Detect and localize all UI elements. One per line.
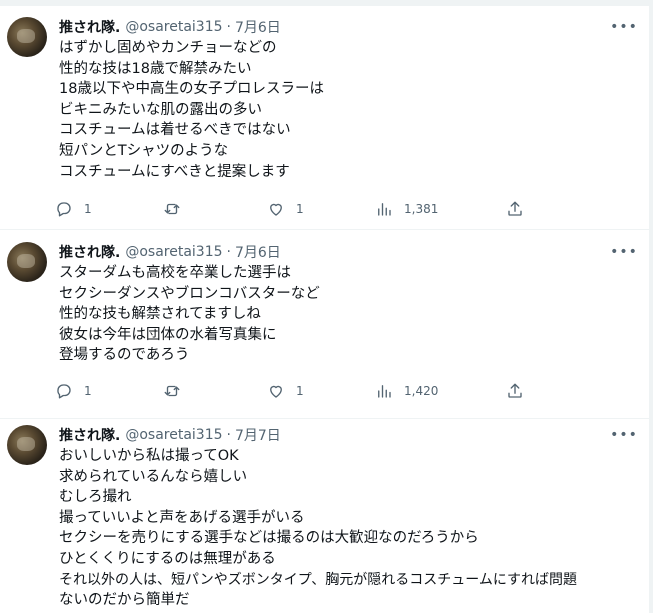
share-button[interactable] [506,379,524,403]
tweet-line: はずかし固めやカンチョーなどの [59,40,277,56]
retweet-button[interactable] [163,197,181,221]
avatar[interactable] [7,17,47,57]
tweet-line: それ以外の人は、短パンやズボンタイプ、胸元が隠れるコスチュームにすれば問題 [59,571,577,588]
tweet-line: 性的な技も解禁されてますしね [59,306,261,323]
tweet-header: 推され隊. @osaretai315 · 7月7日 [59,425,281,445]
tweet-line: セクシーダンスやブロンコバスターなど [59,285,320,302]
tweet-actions: 1 1 1,420 [55,379,535,403]
user-handle[interactable]: @osaretai315 [125,244,222,260]
tweet-3[interactable]: 推され隊. @osaretai315 · 7月7日 ••• おいしいから私は撮っ… [0,425,649,613]
views-button[interactable]: 1,381 [375,197,438,221]
scrollbar-track[interactable] [649,0,653,613]
more-horizontal-icon[interactable]: ••• [610,427,637,443]
reply-icon [57,384,71,399]
tweet-line: 登場するのであろう [59,347,190,364]
reply-button[interactable]: 1 [55,197,92,221]
retweet-icon [164,203,180,215]
tweet-line: コスチュームは着せるべきではない [59,122,291,139]
share-icon [508,201,522,216]
avatar[interactable] [7,425,47,465]
retweet-button[interactable] [163,379,181,403]
tweet-line: 性的な技は18歳で解禁みたい [59,60,252,77]
tweet-text: スターダムも高校を卒業した選手は セクシーダンスやブロンコバスターなど 性的な技… [59,263,644,366]
tweet-date[interactable]: 7月7日 [235,425,281,445]
tweet-actions: 1 1 1,381 [55,197,535,221]
separator-dot: · [226,427,231,443]
tweet-line: 撮っていいよと声をあげる選手がいる [59,509,305,526]
views-count: 1,420 [404,384,439,398]
tweet-line: 短パンとTシャツのような [59,142,229,159]
tweet-header: 推され隊. @osaretai315 · 7月6日 [59,242,281,262]
like-count: 1 [296,202,304,216]
retweet-icon [164,385,180,397]
avatar[interactable] [7,242,47,282]
separator-dot: · [226,19,231,35]
tweet-line: ビキニみたいな肌の露出の多い [59,101,262,118]
tweet-text: はずかし固めやカンチョーなどの 性的な技は18歳で解禁みたい 18歳以下や中高生… [59,38,644,182]
display-name[interactable]: 推され隊. [59,425,120,445]
views-icon [378,203,391,216]
top-divider [0,0,649,6]
reply-button[interactable]: 1 [55,379,92,403]
like-button[interactable]: 1 [267,379,304,403]
tweet-date[interactable]: 7月6日 [235,242,281,262]
heart-icon [270,385,282,398]
like-count: 1 [296,384,304,398]
reply-count: 1 [84,384,92,398]
tweet-line: セクシーを売りにする選手などは撮るのは大歓迎なのだろうから [59,530,479,547]
views-button[interactable]: 1,420 [375,379,438,403]
user-handle[interactable]: @osaretai315 [125,427,222,443]
reply-count: 1 [84,202,92,216]
tweet-line: 求められているんなら嬉しい [59,468,248,485]
tweet-line: コスチュームにすべきと提案します [59,163,290,180]
views-count: 1,381 [404,202,439,216]
views-icon [378,385,391,398]
display-name[interactable]: 推され隊. [59,17,120,37]
tweet-line: 彼女は今年は団体の水着写真集に [59,326,277,343]
tweet-line: ないのだから簡単だ [59,592,190,609]
tweet-line: おいしいから私は撮ってOK [59,448,239,464]
tweet-2[interactable]: 推され隊. @osaretai315 · 7月6日 ••• スターダムも高校を卒… [0,242,649,419]
more-horizontal-icon[interactable]: ••• [610,19,637,35]
tweet-text: おいしいから私は撮ってOK 求められているんなら嬉しい むしろ撮れ 撮っていいよ… [59,446,644,611]
tweet-line: むしろ撮れ [59,489,132,506]
reply-icon [57,202,71,217]
separator-dot: · [226,244,231,260]
display-name[interactable]: 推され隊. [59,242,120,262]
more-horizontal-icon[interactable]: ••• [610,244,637,260]
tweet-1[interactable]: 推され隊. @osaretai315 · 7月6日 ••• はずかし固めやカンチ… [0,17,649,230]
tweet-header: 推され隊. @osaretai315 · 7月6日 [59,17,281,37]
tweet-line: ひとくくりにするのは無理がある [59,550,276,567]
user-handle[interactable]: @osaretai315 [125,19,222,35]
heart-icon [270,203,282,216]
tweet-line: 18歳以下や中高生の女子プロレスラーは [59,81,324,98]
share-button[interactable] [506,197,524,221]
share-icon [508,383,522,398]
tweet-line: スターダムも高校を卒業した選手は [59,265,291,281]
like-button[interactable]: 1 [267,197,304,221]
tweet-date[interactable]: 7月6日 [235,17,281,37]
